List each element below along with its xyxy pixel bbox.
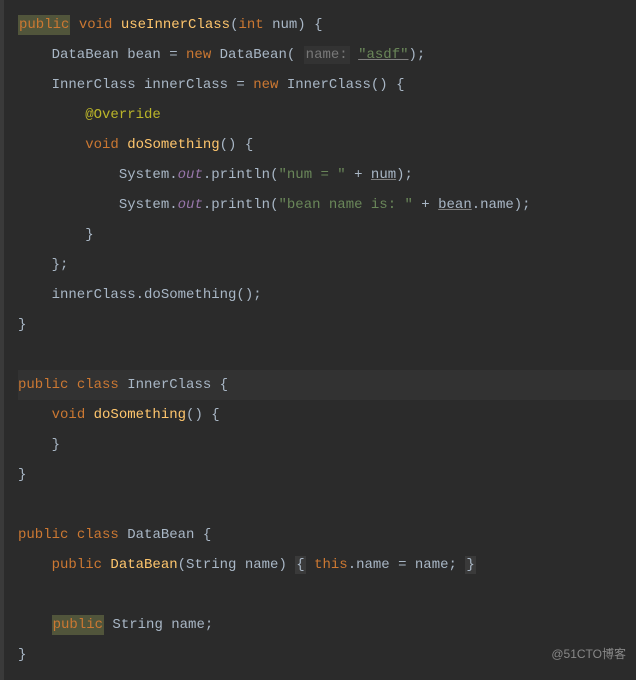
variable-ref: num: [371, 167, 396, 183]
code-editor[interactable]: public void useInnerClass(int num) { Dat…: [0, 0, 636, 680]
variable-ref: bean: [438, 197, 472, 213]
keyword-public: public: [18, 377, 77, 393]
brace-highlight: }: [465, 556, 475, 574]
code-line-current: public class InnerClass {: [18, 370, 636, 400]
static-field: out: [178, 167, 203, 183]
code-line: [18, 340, 636, 370]
code-line: [18, 580, 636, 610]
param-hint: name:: [304, 46, 350, 64]
editor-gutter: [0, 0, 4, 680]
watermark-text: @51CTO博客: [551, 639, 626, 669]
method-name: doSomething: [94, 407, 186, 423]
string-literal: "bean name is: ": [278, 197, 412, 213]
code-line: }: [18, 460, 636, 490]
brace-highlight: {: [295, 556, 305, 574]
code-line: [18, 490, 636, 520]
keyword-int: int: [238, 17, 263, 33]
code-line: System.out.println("bean name is: " + be…: [18, 190, 636, 220]
keyword-void: void: [85, 137, 127, 153]
string-literal: "asdf": [358, 47, 408, 63]
annotation-override: @Override: [18, 107, 161, 123]
keyword-class: class: [77, 377, 127, 393]
code-line: void doSomething() {: [18, 130, 636, 160]
keyword-public: public: [18, 527, 77, 543]
method-name: useInnerClass: [121, 17, 230, 33]
code-line: };: [18, 250, 636, 280]
code-line: innerClass.doSomething();: [18, 280, 636, 310]
code-line: }: [18, 310, 636, 340]
keyword-new: new: [186, 47, 211, 63]
code-line: }: [18, 430, 636, 460]
code-line: InnerClass innerClass = new InnerClass()…: [18, 70, 636, 100]
code-line: }: [18, 220, 636, 250]
code-line: void doSomething() {: [18, 400, 636, 430]
keyword-class: class: [77, 527, 127, 543]
keyword-void: void: [70, 17, 120, 33]
code-line: System.out.println("num = " + num);: [18, 160, 636, 190]
code-line: public class DataBean {: [18, 520, 636, 550]
static-field: out: [178, 197, 203, 213]
string-literal: "num = ": [278, 167, 345, 183]
code-line: @Override: [18, 100, 636, 130]
constructor-name: DataBean: [110, 557, 177, 573]
code-line: public String name;: [18, 610, 636, 640]
code-line: public void useInnerClass(int num) {: [18, 10, 636, 40]
code-line: DataBean bean = new DataBean( name: "asd…: [18, 40, 636, 70]
keyword-public: public: [52, 615, 104, 635]
keyword-new: new: [253, 77, 278, 93]
keyword-public: public: [18, 15, 70, 35]
keyword-void: void: [52, 407, 94, 423]
keyword-this: this: [314, 557, 348, 573]
keyword-public: public: [52, 557, 111, 573]
code-line: public DataBean(String name) { this.name…: [18, 550, 636, 580]
code-line: }: [18, 640, 636, 670]
method-name: doSomething: [127, 137, 219, 153]
